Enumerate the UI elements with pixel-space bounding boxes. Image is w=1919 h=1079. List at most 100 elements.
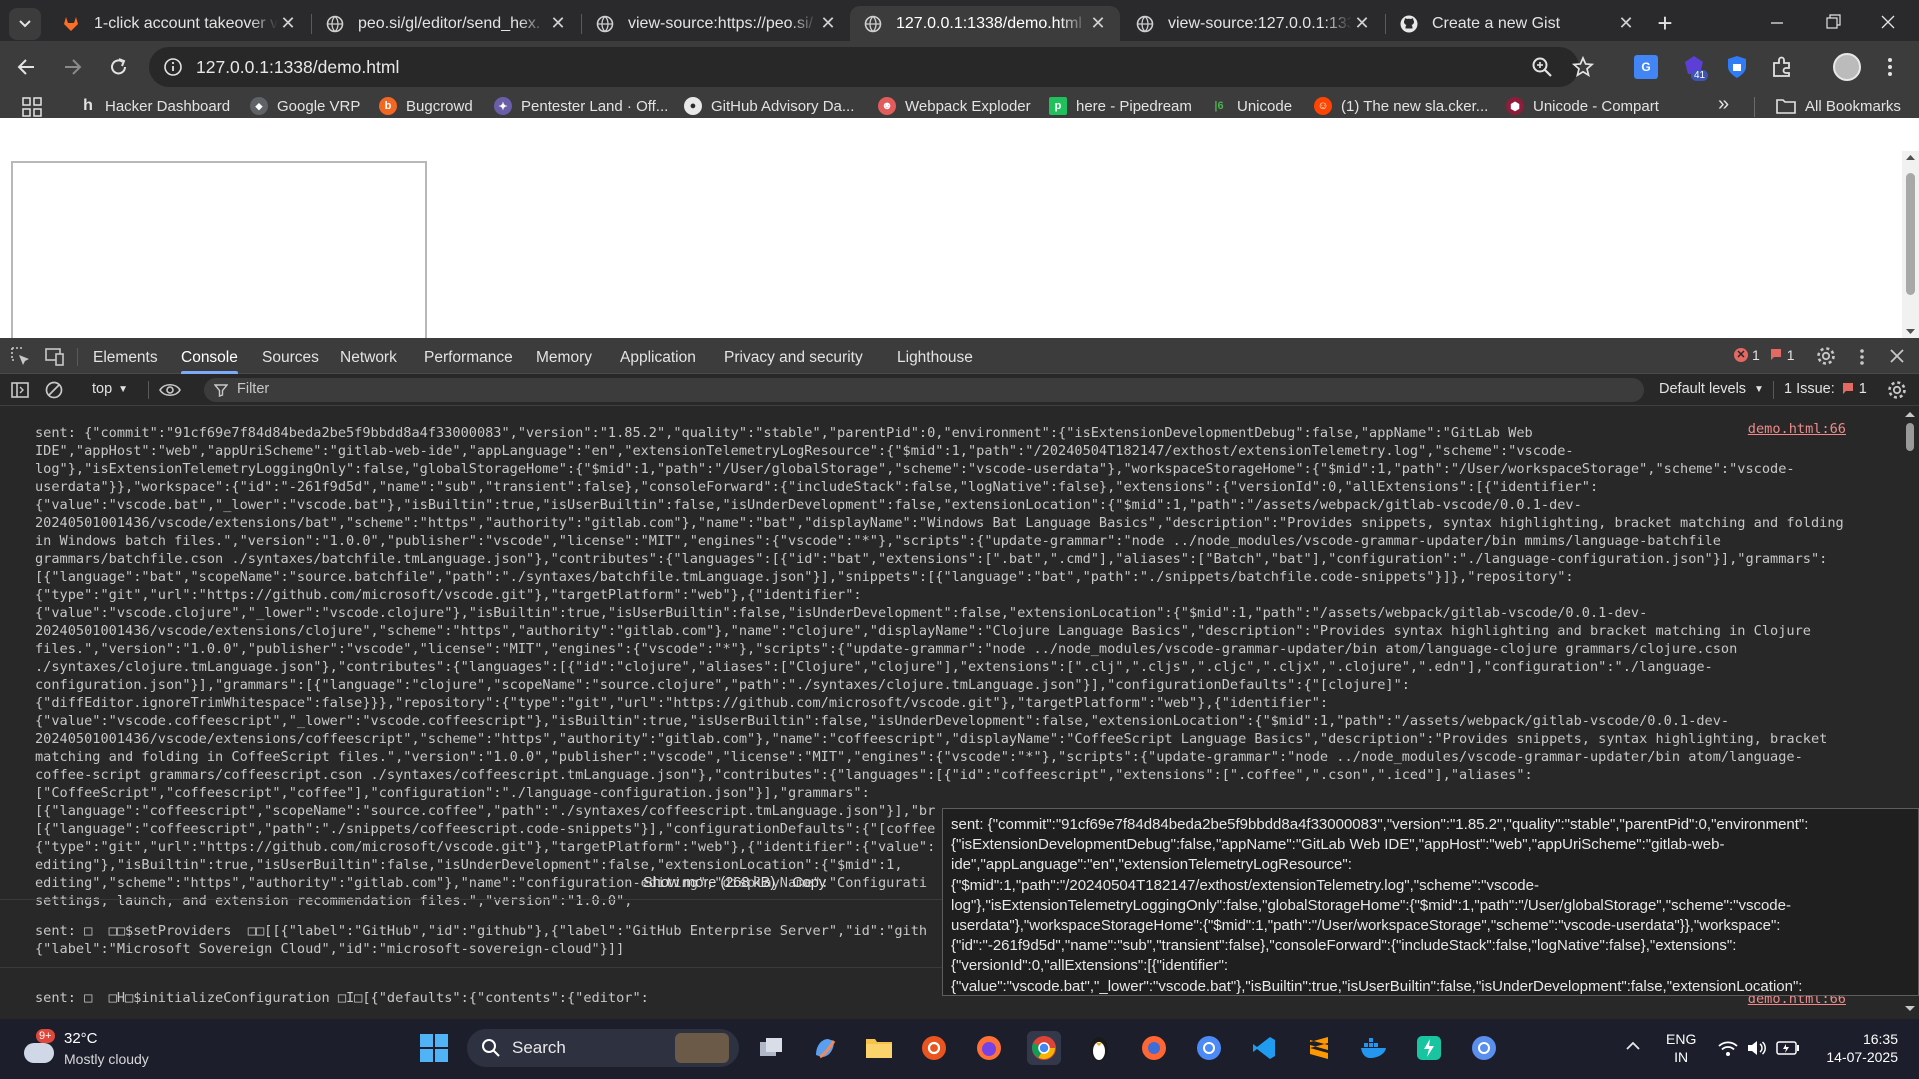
close-tab-icon[interactable]: ✕ [1352, 13, 1372, 34]
chrome-canary-icon[interactable] [1467, 1031, 1501, 1065]
console-filter-input[interactable]: Filter [204, 378, 1644, 402]
close-tab-icon[interactable]: ✕ [818, 13, 838, 34]
penguin-app-icon[interactable] [1082, 1031, 1116, 1065]
tab-gitlab[interactable]: 1-click account takeover vi ✕ [48, 6, 310, 41]
show-more-button[interactable]: Show more (268 kB) [643, 875, 775, 891]
vscode-icon[interactable] [1247, 1031, 1281, 1065]
devtools-tab-console[interactable]: Console [181, 338, 238, 374]
new-tab-button[interactable]: + [1650, 8, 1680, 38]
bookmark-bugcrowd[interactable]: b Bugcrowd [379, 95, 473, 117]
close-window-button[interactable] [1873, 12, 1903, 32]
battery-icon[interactable] [1776, 1040, 1800, 1056]
tab-view-source-local[interactable]: view-source:127.0.0.1:1338 ✕ [1122, 6, 1384, 41]
devtools-tab-lighthouse[interactable]: Lighthouse [897, 338, 973, 374]
devtools-settings-icon[interactable] [1815, 345, 1837, 367]
bookmarks-divider [1754, 97, 1755, 117]
reload-button[interactable] [104, 55, 134, 79]
page-scrollbar[interactable] [1902, 151, 1919, 338]
devtools-close-icon[interactable] [1888, 347, 1906, 365]
task-view-icon[interactable] [754, 1031, 788, 1065]
firefox-icon[interactable] [972, 1031, 1006, 1065]
bookmark-google-vrp[interactable]: ◆ Google VRP [250, 95, 360, 117]
copilot-icon[interactable] [808, 1031, 842, 1065]
bookmark-unicode[interactable]: |6 Unicode [1210, 95, 1292, 117]
devtools-tab-memory[interactable]: Memory [536, 338, 592, 374]
apps-grid-icon[interactable] [22, 97, 42, 117]
extension-badge-icon[interactable]: 41 [1681, 54, 1709, 81]
tab-gist[interactable]: Create a new Gist ✕ [1386, 6, 1648, 41]
bookmark-pipedream[interactable]: p here - Pipedream [1049, 95, 1192, 117]
embedded-iframe[interactable] [11, 161, 427, 341]
tab-view-source-peo[interactable]: view-source:https://peo.si/ ✕ [582, 6, 850, 41]
inspect-element-icon[interactable] [10, 346, 32, 368]
clear-console-icon[interactable] [44, 380, 64, 400]
volume-icon[interactable] [1746, 1039, 1768, 1057]
bookmark-pentester-land[interactable]: ✦ Pentester Land · Off... [494, 95, 668, 117]
shield-extension-icon[interactable] [1726, 55, 1748, 79]
address-bar[interactable]: 127.0.0.1:1338/demo.html [149, 47, 1594, 87]
electron-app-icon[interactable] [1412, 1031, 1446, 1065]
tab-demo-active[interactable]: 127.0.0.1:1338/demo.html ✕ [850, 6, 1120, 41]
site-info-icon[interactable] [163, 57, 183, 77]
url-text[interactable]: 127.0.0.1:1338/demo.html [196, 57, 399, 78]
zoom-icon[interactable] [1531, 56, 1553, 78]
close-tab-icon[interactable]: ✕ [1616, 13, 1636, 34]
devtools-more-icon[interactable] [1856, 346, 1868, 368]
device-toolbar-icon[interactable] [44, 346, 66, 368]
profile-avatar[interactable] [1833, 53, 1861, 81]
console-line: [{"language":"bat","scopeName":"source.b… [35, 569, 1574, 585]
issues-button[interactable]: 1 Issue: 1 [1784, 381, 1867, 397]
log-levels-dropdown[interactable]: Default levels ▼ [1659, 381, 1764, 397]
show-hidden-icons[interactable] [1624, 1039, 1642, 1053]
language-indicator[interactable]: ENG IN [1666, 1030, 1696, 1066]
extensions-puzzle-icon[interactable] [1770, 55, 1794, 79]
devtools-tab-network[interactable]: Network [340, 338, 397, 374]
back-button[interactable] [12, 55, 42, 79]
minimize-button[interactable] [1762, 12, 1792, 32]
restore-button[interactable] [1818, 12, 1848, 32]
bookmark-reddit[interactable]: ☺ (1) The new sla.cker... [1314, 95, 1488, 117]
translate-extension-icon[interactable]: G [1634, 55, 1658, 79]
ubuntu-icon[interactable] [917, 1031, 951, 1065]
bookmark-github-advisory[interactable]: ● GitHub Advisory Da... [684, 95, 854, 117]
console-settings-icon[interactable] [1886, 379, 1908, 401]
bookmark-label: Unicode [1237, 97, 1293, 115]
error-counter[interactable]: ✕ 1 1 [1734, 347, 1795, 363]
forward-button[interactable] [57, 55, 87, 79]
bookmark-unicode-compart[interactable]: ⬢ Unicode - Compart [1506, 95, 1659, 117]
devtools-tab-sources[interactable]: Sources [262, 338, 319, 374]
all-bookmarks-button[interactable]: All Bookmarks [1776, 95, 1901, 117]
sublime-text-icon[interactable] [1302, 1031, 1336, 1065]
console-message[interactable]: sent: □ □H□$initializeConfiguration □I□[… [35, 989, 649, 1007]
devtools-tab-application[interactable]: Application [620, 338, 696, 374]
bookmarks-overflow-icon[interactable]: » [1718, 93, 1729, 116]
file-explorer-icon[interactable] [862, 1031, 896, 1065]
tab-send-hex[interactable]: peo.si/gl/editor/send_hex. ✕ [312, 6, 580, 41]
bookmark-star-icon[interactable] [1572, 56, 1594, 78]
browser-menu-icon[interactable] [1883, 53, 1897, 81]
bookmark-webpack-exploder[interactable]: ☻ Webpack Exploder [878, 95, 1031, 117]
bookmark-hacker-dashboard[interactable]: h Hacker Dashboard [81, 95, 230, 117]
clock[interactable]: 16:35 14-07-2025 [1818, 1030, 1898, 1066]
sidebar-toggle-icon[interactable] [10, 380, 30, 400]
wifi-icon[interactable] [1717, 1039, 1739, 1057]
copy-button[interactable]: Copy [792, 875, 826, 891]
taskbar-search[interactable]: Search [467, 1029, 739, 1067]
start-button[interactable] [419, 1033, 449, 1063]
burp-suite-icon[interactable] [1137, 1031, 1171, 1065]
devtools-tab-privacy[interactable]: Privacy and security [724, 338, 863, 374]
console-message[interactable]: sent: □ □□$setProviders □□[[{"label":"Gi… [35, 922, 927, 958]
close-tab-icon[interactable]: ✕ [278, 13, 298, 34]
tab-search-button[interactable] [9, 8, 41, 40]
weather-cloud-icon [24, 1043, 54, 1063]
context-selector[interactable]: top ▼ [92, 381, 128, 397]
live-expression-eye-icon[interactable] [158, 380, 182, 400]
docker-icon[interactable] [1357, 1031, 1391, 1065]
weather-widget[interactable]: 9+ 32°C Mostly cloudy [20, 1029, 160, 1075]
chromium-icon[interactable] [1192, 1031, 1226, 1065]
devtools-tab-performance[interactable]: Performance [424, 338, 513, 374]
close-tab-icon[interactable]: ✕ [548, 13, 568, 34]
close-tab-icon[interactable]: ✕ [1088, 13, 1108, 34]
chrome-icon[interactable] [1027, 1031, 1061, 1065]
devtools-tab-elements[interactable]: Elements [93, 338, 158, 374]
